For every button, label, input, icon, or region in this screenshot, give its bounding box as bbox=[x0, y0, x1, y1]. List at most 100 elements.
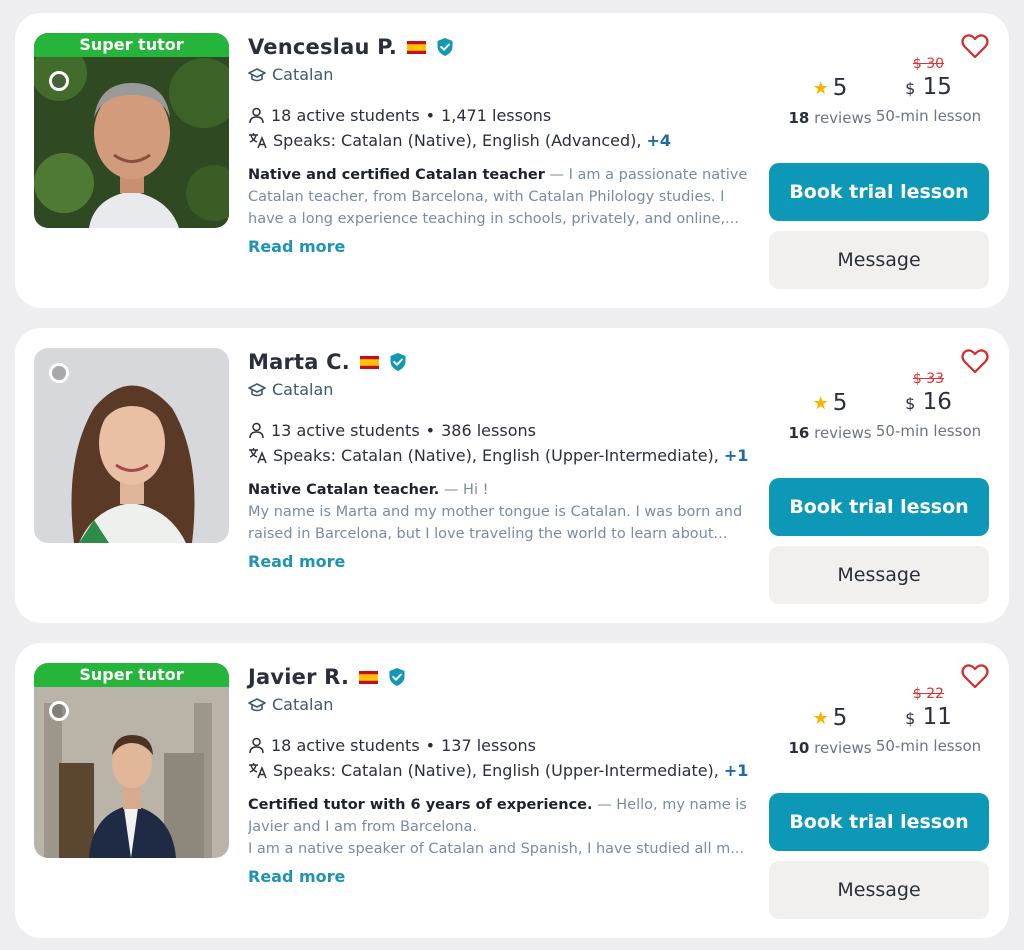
tutor-bio: Native Catalan teacher. — Hi ! My name i… bbox=[248, 479, 763, 545]
rating-value: 5 bbox=[832, 75, 848, 101]
person-icon bbox=[249, 422, 264, 439]
rating-value: 5 bbox=[832, 390, 848, 416]
bio-text: Javier and I am from Barcelona. bbox=[248, 819, 477, 835]
bio-text: Catalan teacher, from Barcelona, with Ca… bbox=[248, 189, 725, 205]
tutor-card[interactable]: Super tutor Javier R. Catalan 18 active … bbox=[15, 643, 1009, 938]
tutor-name[interactable]: Javier R. bbox=[248, 665, 349, 689]
tutor-stats: 18 active students • 1,471 lessons bbox=[248, 106, 551, 125]
tutor-languages: Speaks: Catalan (Native), English (Upper… bbox=[248, 761, 748, 780]
price-value: 15 bbox=[922, 74, 952, 100]
book-trial-lesson-button[interactable]: Book trial lesson bbox=[769, 163, 989, 221]
translate-icon bbox=[249, 133, 267, 149]
price-block: $ 30 $ 15 50-min lesson bbox=[871, 56, 986, 125]
message-button[interactable]: Message bbox=[769, 546, 989, 604]
tutor-photo[interactable]: Super tutor bbox=[34, 663, 229, 858]
tutor-languages: Speaks: Catalan (Native), English (Upper… bbox=[248, 446, 748, 465]
tutor-subject: Catalan bbox=[248, 380, 333, 399]
reviews-label: reviews bbox=[814, 424, 872, 442]
tutor-photo-image bbox=[34, 663, 229, 858]
message-button[interactable]: Message bbox=[769, 861, 989, 919]
more-languages-link[interactable]: +1 bbox=[724, 446, 749, 465]
bio-text: raised in Barcelona, but I love travelin… bbox=[248, 526, 728, 542]
rating-block: ★ 5 10 reviews bbox=[775, 705, 885, 757]
select-radio[interactable] bbox=[49, 71, 69, 91]
super-tutor-badge: Super tutor bbox=[34, 33, 229, 57]
lesson-duration: 50-min lesson bbox=[875, 737, 982, 755]
bio-headline: Native and certified Catalan teacher bbox=[248, 167, 545, 183]
stats-separator: • bbox=[425, 421, 436, 440]
reviews-label: reviews bbox=[814, 739, 872, 757]
rating-block: ★ 5 18 reviews bbox=[775, 75, 885, 127]
translate-icon bbox=[249, 763, 267, 779]
spain-flag-icon bbox=[359, 355, 379, 369]
tutor-stats: 13 active students • 386 lessons bbox=[248, 421, 536, 440]
lesson-duration: 50-min lesson bbox=[875, 107, 982, 125]
active-students: 18 active students bbox=[271, 106, 420, 125]
languages-spoken: Speaks: Catalan (Native), English (Advan… bbox=[273, 131, 642, 150]
tutor-name-row: Javier R. bbox=[248, 665, 406, 689]
bio-text: have a long experience teaching in schoo… bbox=[248, 211, 739, 227]
lessons-count: 386 lessons bbox=[441, 421, 536, 440]
more-languages-link[interactable]: +1 bbox=[724, 761, 749, 780]
old-price: $ 22 bbox=[912, 686, 945, 702]
reviews-count: 10 bbox=[788, 739, 810, 757]
rating-block: ★ 5 16 reviews bbox=[775, 390, 885, 442]
graduation-cap-icon bbox=[248, 697, 266, 711]
price-value: 16 bbox=[922, 389, 952, 415]
read-more-link[interactable]: Read more bbox=[248, 237, 345, 256]
verified-shield-icon bbox=[389, 668, 405, 686]
verified-shield-icon bbox=[390, 353, 406, 371]
person-icon bbox=[249, 107, 264, 124]
reviews-count: 16 bbox=[788, 424, 810, 442]
tutor-stats: 18 active students • 137 lessons bbox=[248, 736, 536, 755]
tutor-subject: Catalan bbox=[248, 695, 333, 714]
tutor-name-row: Venceslau P. bbox=[248, 35, 454, 59]
book-trial-lesson-button[interactable]: Book trial lesson bbox=[769, 793, 989, 851]
stats-separator: • bbox=[425, 106, 436, 125]
tutor-languages: Speaks: Catalan (Native), English (Advan… bbox=[248, 131, 671, 150]
tutor-subject: Catalan bbox=[248, 65, 333, 84]
tutor-bio: Certified tutor with 6 years of experien… bbox=[248, 794, 763, 860]
active-students: 13 active students bbox=[271, 421, 420, 440]
subject-label: Catalan bbox=[272, 65, 334, 84]
tutor-photo[interactable] bbox=[34, 348, 229, 543]
tutor-card[interactable]: Marta C. Catalan 13 active students • 38… bbox=[15, 328, 1009, 623]
tutor-card[interactable]: Super tutor Venceslau P. Catalan 18 acti… bbox=[15, 13, 1009, 308]
price-currency: $ bbox=[905, 79, 916, 98]
lesson-duration: 50-min lesson bbox=[875, 422, 982, 440]
tutor-bio: Native and certified Catalan teacher — I… bbox=[248, 164, 763, 230]
tutor-photo[interactable]: Super tutor bbox=[34, 33, 229, 228]
tutor-name[interactable]: Marta C. bbox=[248, 350, 350, 374]
select-radio[interactable] bbox=[49, 701, 69, 721]
stats-separator: • bbox=[425, 736, 436, 755]
subject-label: Catalan bbox=[272, 380, 334, 399]
price-currency: $ bbox=[905, 394, 916, 413]
tutor-photo-image bbox=[34, 33, 229, 228]
star-icon: ★ bbox=[812, 392, 829, 414]
bio-text: — Hello, my name is bbox=[592, 797, 747, 813]
select-radio[interactable] bbox=[49, 363, 69, 383]
book-trial-lesson-button[interactable]: Book trial lesson bbox=[769, 478, 989, 536]
super-tutor-badge: Super tutor bbox=[34, 663, 229, 687]
subject-label: Catalan bbox=[272, 695, 334, 714]
old-price: $ 30 bbox=[912, 56, 945, 72]
message-button[interactable]: Message bbox=[769, 231, 989, 289]
tutor-name-row: Marta C. bbox=[248, 350, 407, 374]
price-value: 11 bbox=[922, 704, 952, 730]
bio-text: My name is Marta and my mother tongue is… bbox=[248, 504, 743, 520]
languages-spoken: Speaks: Catalan (Native), English (Upper… bbox=[273, 761, 719, 780]
spain-flag-icon bbox=[359, 670, 379, 684]
bio-text: — Hi ! bbox=[439, 482, 489, 498]
graduation-cap-icon bbox=[248, 67, 266, 81]
read-more-link[interactable]: Read more bbox=[248, 867, 345, 886]
tutor-name[interactable]: Venceslau P. bbox=[248, 35, 397, 59]
star-icon: ★ bbox=[812, 77, 829, 99]
bio-text: — I am a passionate native bbox=[544, 167, 748, 183]
more-languages-link[interactable]: +4 bbox=[647, 131, 672, 150]
tutor-list: Super tutor Venceslau P. Catalan 18 acti… bbox=[0, 0, 1024, 950]
bio-headline: Certified tutor with 6 years of experien… bbox=[248, 797, 593, 813]
verified-shield-icon bbox=[437, 38, 453, 56]
star-icon: ★ bbox=[812, 707, 829, 729]
read-more-link[interactable]: Read more bbox=[248, 552, 345, 571]
old-price: $ 33 bbox=[912, 371, 945, 387]
